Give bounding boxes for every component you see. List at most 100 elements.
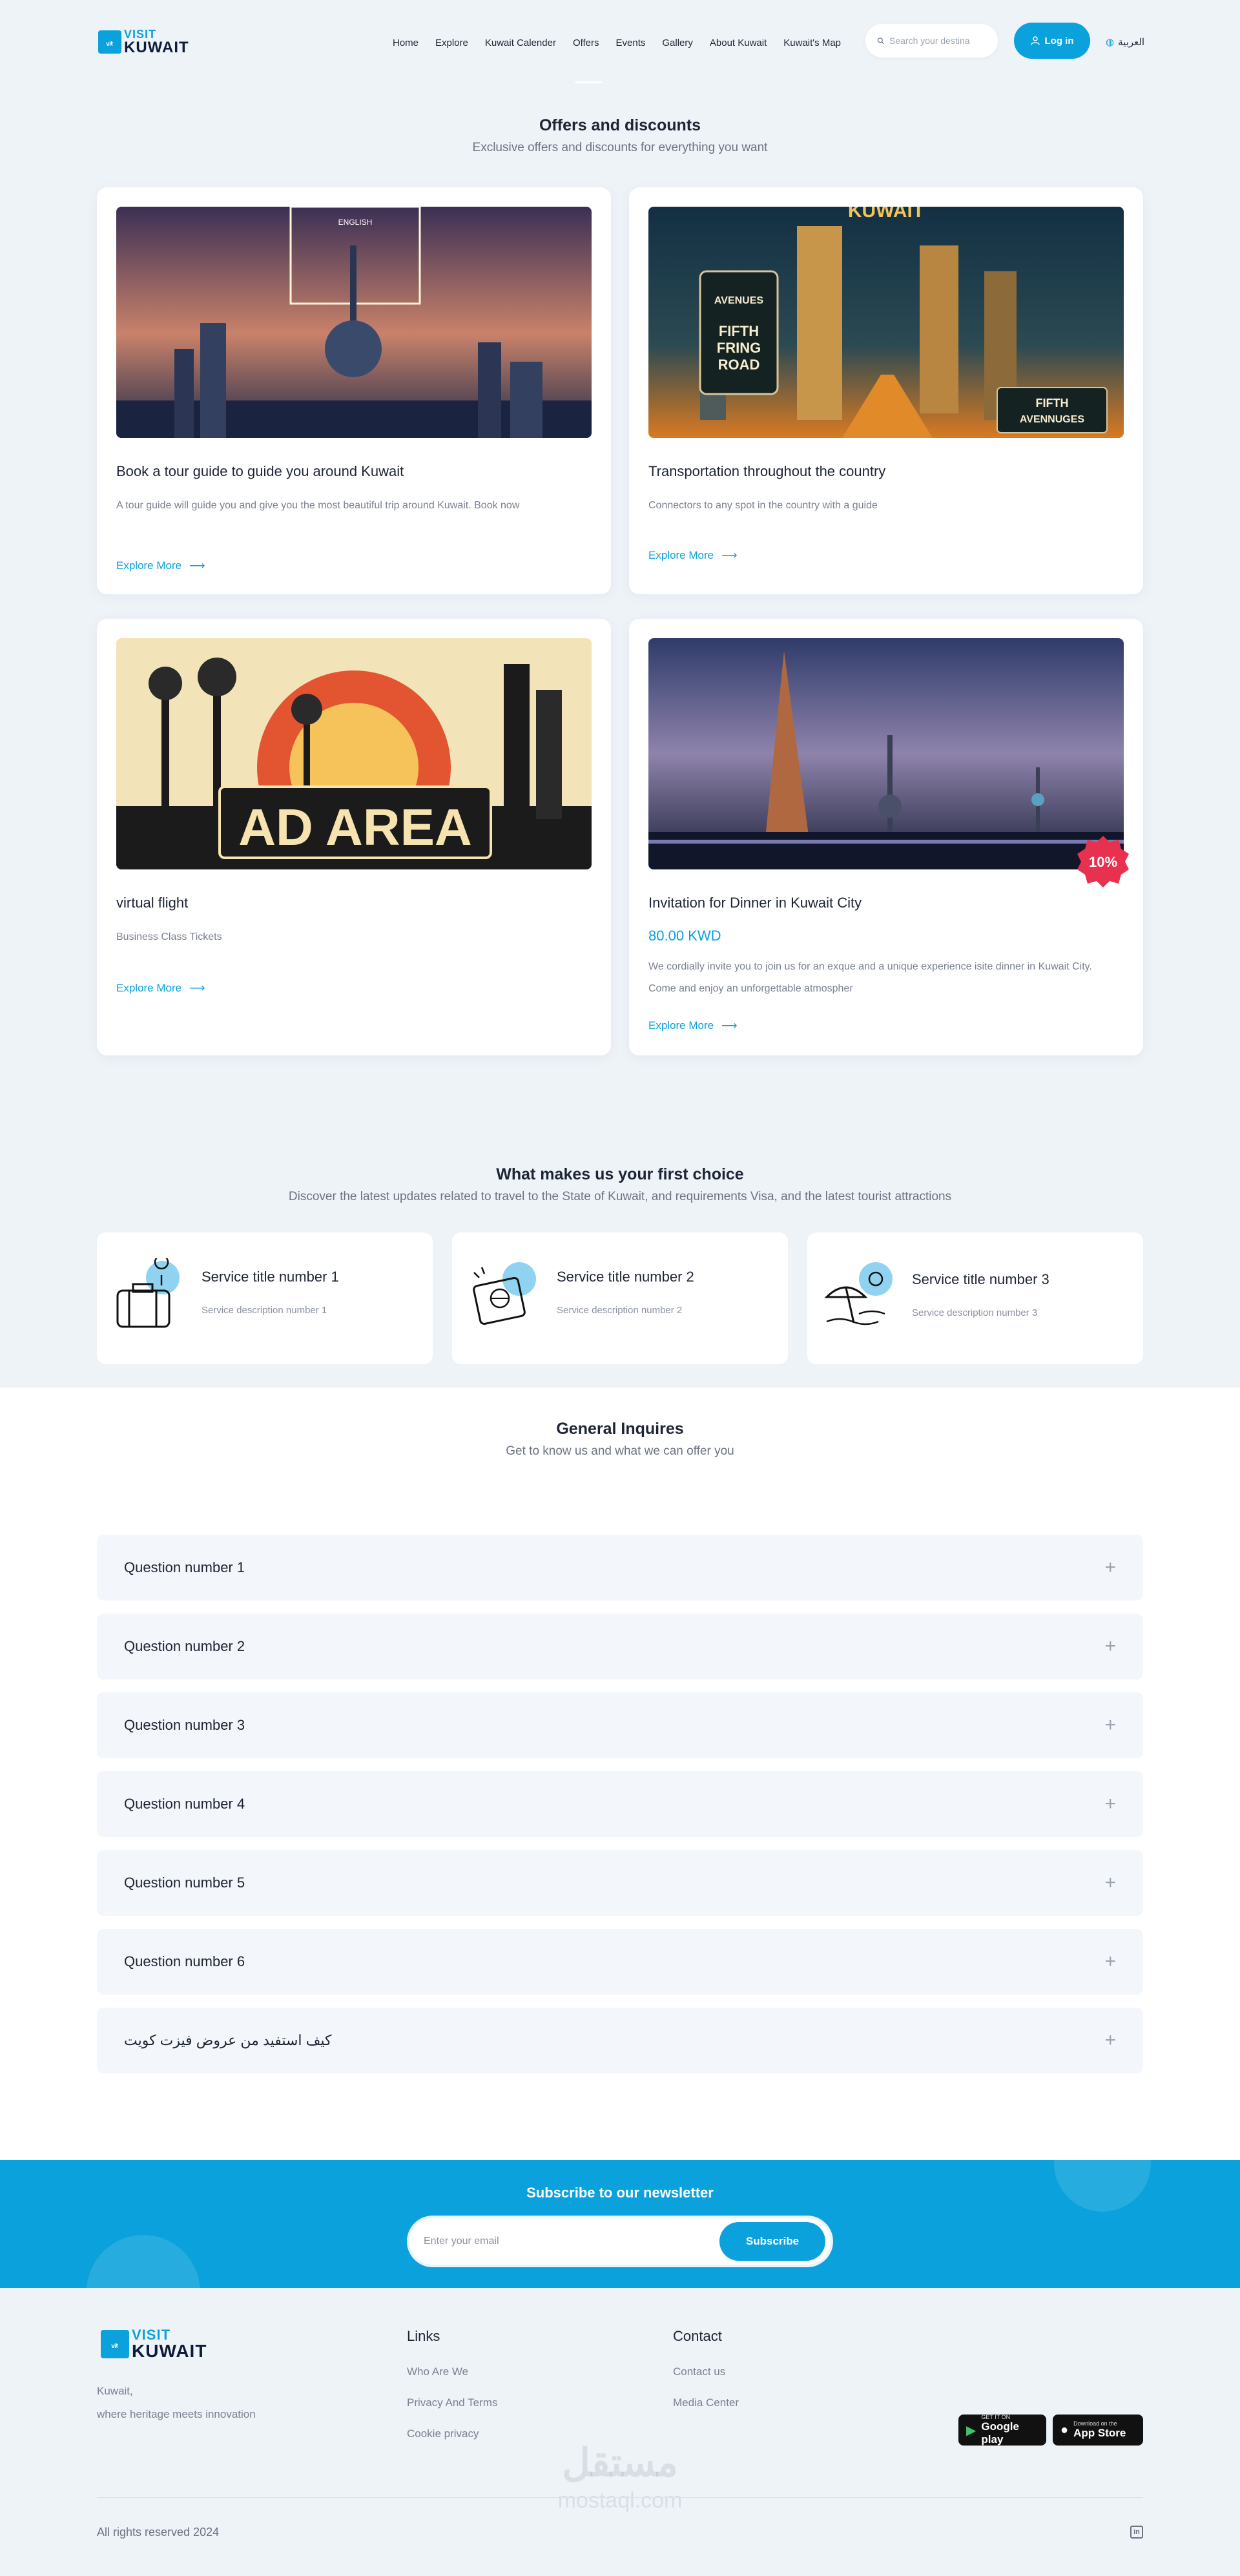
search-input[interactable]	[889, 36, 986, 46]
nav-events[interactable]: Events	[616, 37, 646, 48]
copyright: All rights reserved 2024	[97, 2526, 220, 2539]
offer-price: 80.00 KWD	[648, 928, 721, 944]
faq-item[interactable]: Question number 5 +	[97, 1850, 1143, 1916]
footer-link-media[interactable]: Media Center	[673, 2396, 739, 2409]
explore-more-link[interactable]: Explore More ⟶	[648, 1019, 737, 1032]
nav-explore[interactable]: Explore	[435, 37, 468, 48]
faq-item[interactable]: Question number 4 +	[97, 1771, 1143, 1837]
links-heading: Links	[407, 2328, 440, 2344]
svg-text:FIFTH: FIFTH	[1036, 397, 1069, 410]
plus-icon: +	[1104, 1636, 1116, 1657]
nav-home[interactable]: Home	[393, 37, 418, 48]
explore-more-link[interactable]: Explore More ⟶	[116, 559, 205, 572]
svg-text:10%: 10%	[1089, 854, 1117, 870]
page: ᵥᵢₜ VISIT KUWAIT Home Explore Kuwait Cal…	[0, 0, 1240, 2576]
service-description: Service description number 1	[202, 1305, 327, 1316]
offer-description: A tour guide will guide you and give you…	[116, 500, 520, 511]
offer-image-dinner: 10%	[648, 638, 1129, 888]
footer-link-who-are-we[interactable]: Who Are We	[407, 2365, 468, 2378]
svg-text:FRING: FRING	[717, 340, 761, 356]
language-switch[interactable]: ◍ العربية	[1106, 36, 1144, 48]
services-subtitle: Discover the latest updates related to t…	[288, 1190, 952, 1203]
language-label: العربية	[1118, 37, 1145, 48]
image-text: KUWAIT	[848, 207, 924, 222]
service-description: Service description number 3	[912, 1307, 1038, 1318]
globe-icon: ◍	[1106, 37, 1115, 48]
footer-link-privacy[interactable]: Privacy And Terms	[407, 2396, 497, 2409]
footer-link-contact[interactable]: Contact us	[673, 2365, 725, 2378]
svg-text:FIFTH: FIFTH	[719, 323, 759, 339]
offer-title: Transportation throughout the country	[648, 463, 886, 479]
faq-item[interactable]: كيف استفيد من عروض فيزت كويت +	[97, 2008, 1143, 2073]
service-title: Service title number 3	[912, 1271, 1049, 1287]
svg-text:AVENUES: AVENUES	[714, 295, 763, 306]
offer-card: 10% Invitation for Dinner in Kuwait City…	[629, 619, 1143, 1055]
faq-item[interactable]: Question number 2 +	[97, 1614, 1143, 1679]
footer-logo[interactable]: ᵥᵢₜ VISIT KUWAIT	[101, 2328, 207, 2360]
apple-icon: ●	[1060, 2422, 1069, 2437]
passport-icon	[473, 1262, 536, 1325]
logo-mark-icon: ᵥᵢₜ	[98, 30, 121, 54]
explore-more-link[interactable]: Explore More ⟶	[116, 982, 205, 995]
user-icon	[1030, 36, 1040, 45]
faq-item[interactable]: Question number 3 +	[97, 1692, 1143, 1758]
discount-badge: 10%	[1077, 836, 1129, 888]
offer-card: AD AREA virtual flight Business Class Ti…	[97, 619, 611, 1055]
faq-item[interactable]: Question number 6 +	[97, 1929, 1143, 1995]
service-card: Service title number 3 Service descripti…	[807, 1232, 1143, 1364]
services-title: What makes us your first choice	[496, 1165, 744, 1183]
nav-gallery[interactable]: Gallery	[662, 37, 693, 48]
offer-description: Connectors to any spot in the country wi…	[648, 500, 878, 511]
offer-card: KUWAIT AVENUES FIFTH FRING ROAD FIFTH AV…	[629, 187, 1143, 594]
arrow-right-icon: ⟶	[189, 982, 205, 994]
newsletter-section: Subscribe to our newsletter Subscribe	[0, 2160, 1240, 2288]
offer-description: Business Class Tickets	[116, 931, 222, 942]
plus-icon: +	[1104, 2030, 1116, 2051]
plus-icon: +	[1104, 1557, 1116, 1578]
svg-text:AVENNUGES: AVENNUGES	[1020, 414, 1084, 425]
offers-subtitle: Exclusive offers and discounts for every…	[472, 141, 768, 154]
explore-more-link[interactable]: Explore More ⟶	[648, 549, 737, 562]
footer-tagline: where heritage meets innovation	[97, 2408, 256, 2420]
service-card: Service title number 1 Service descripti…	[97, 1232, 433, 1364]
plus-icon: +	[1104, 1793, 1116, 1814]
offer-description: We cordially invite you to join us for a…	[648, 961, 1092, 994]
logo-line1: VISIT	[132, 2327, 171, 2343]
arrow-right-icon: ⟶	[721, 549, 738, 561]
nav-underline	[575, 81, 602, 83]
email-input[interactable]	[424, 2236, 719, 2247]
plus-icon: +	[1104, 1951, 1116, 1972]
logo-line2: KUWAIT	[132, 2341, 207, 2361]
search-box	[865, 24, 998, 57]
nav-kuwaits-map[interactable]: Kuwait's Map	[783, 37, 841, 48]
beach-umbrella-icon	[824, 1262, 893, 1325]
footer-link-cookie[interactable]: Cookie privacy	[407, 2427, 479, 2440]
watermark-url: mostaql.com	[557, 2488, 683, 2513]
watermark: مستقل	[562, 2441, 678, 2484]
newsletter-form: Subscribe	[407, 2216, 833, 2267]
offer-card: ENGLISH Book a tour guide to guide you a…	[97, 187, 611, 594]
offer-image-virtual-flight: AD AREA	[116, 638, 592, 869]
faq-question: Question number 6	[124, 1953, 245, 1969]
faq-item[interactable]: Question number 1 +	[97, 1535, 1143, 1601]
image-text: AD AREA	[238, 798, 471, 856]
subscribe-button[interactable]: Subscribe	[719, 2222, 825, 2261]
login-button[interactable]: Log in	[1014, 23, 1090, 59]
logo[interactable]: ᵥᵢₜ VISIT KUWAIT	[98, 28, 189, 56]
svg-text:ROAD: ROAD	[718, 357, 760, 373]
offer-title: Invitation for Dinner in Kuwait City	[648, 895, 862, 911]
nav-about-kuwait[interactable]: About Kuwait	[710, 37, 767, 48]
site-footer: ᵥᵢₜ VISIT KUWAIT Kuwait, where heritage …	[0, 2288, 1240, 2576]
plus-icon: +	[1104, 1872, 1116, 1893]
nav-kuwait-calender[interactable]: Kuwait Calender	[485, 37, 556, 48]
linkedin-icon[interactable]: in	[1130, 2526, 1143, 2539]
nav-offers[interactable]: Offers	[573, 37, 599, 48]
faq-question: Question number 3	[124, 1717, 245, 1733]
faq-subtitle: Get to know us and what we can offer you	[506, 1444, 734, 1458]
offer-image-tour: ENGLISH	[116, 207, 592, 438]
offer-image-transport: KUWAIT AVENUES FIFTH FRING ROAD FIFTH AV…	[648, 207, 1124, 438]
google-play-icon: ▶	[966, 2423, 976, 2438]
suitcase-icon	[116, 1258, 180, 1328]
footer-divider	[97, 2497, 1143, 2498]
offer-title: Book a tour guide to guide you around Ku…	[116, 463, 404, 479]
